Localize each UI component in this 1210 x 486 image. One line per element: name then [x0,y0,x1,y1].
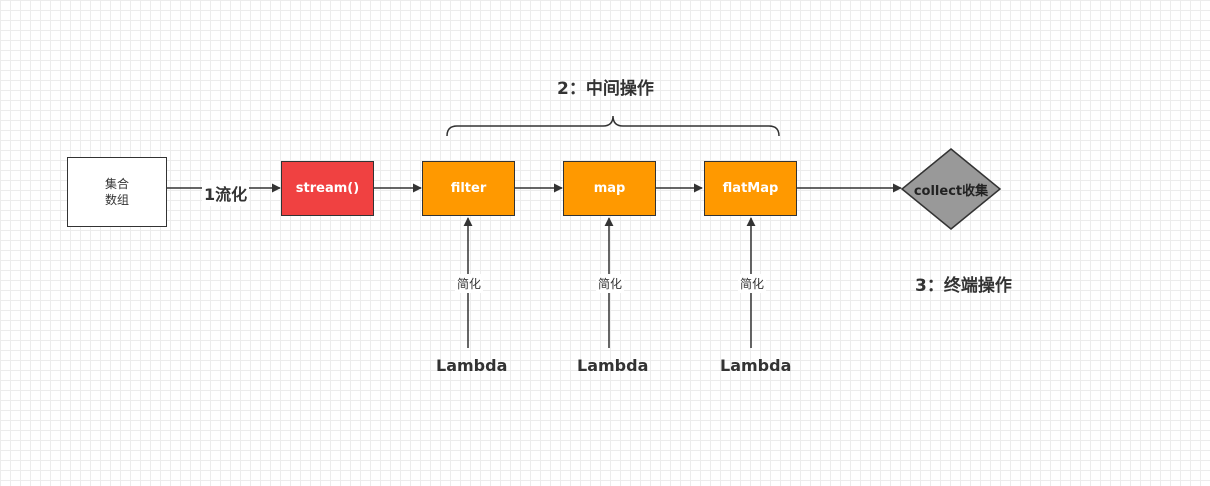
simplify-label-flatmap: 简化 [738,274,767,293]
map-op-node: map [563,161,656,216]
stream-node-label: stream() [295,181,360,196]
map-op-label: map [593,181,626,196]
flatmap-op-label: flatMap [722,181,779,196]
source-node-line2: 数组 [104,193,129,207]
filter-op-node: filter [422,161,515,216]
collect-terminal-node: collect收集 [902,149,1000,229]
simplify-label-filter: 简化 [455,274,484,293]
flatmap-op-node: flatMap [704,161,797,216]
collect-terminal-label: collect收集 [913,183,989,199]
filter-op-label: filter [450,181,487,196]
source-collection-array-node: 集合 数组 [67,157,167,227]
terminal-ops-title: 3：终端操作 [915,276,1012,296]
lambda-label-filter: Lambda [436,356,508,375]
source-node-line1: 集合 [104,177,129,191]
intermediate-ops-title: 2：中间操作 [557,79,654,99]
simplify-label-map: 简化 [596,274,625,293]
lambda-label-flatmap: Lambda [720,356,792,375]
stream-node: stream() [281,161,374,216]
stream-edge-label: 1流化 [202,180,250,206]
lambda-label-map: Lambda [577,356,649,375]
intermediate-ops-brace [446,115,780,137]
diagram-connectors [167,115,1002,348]
